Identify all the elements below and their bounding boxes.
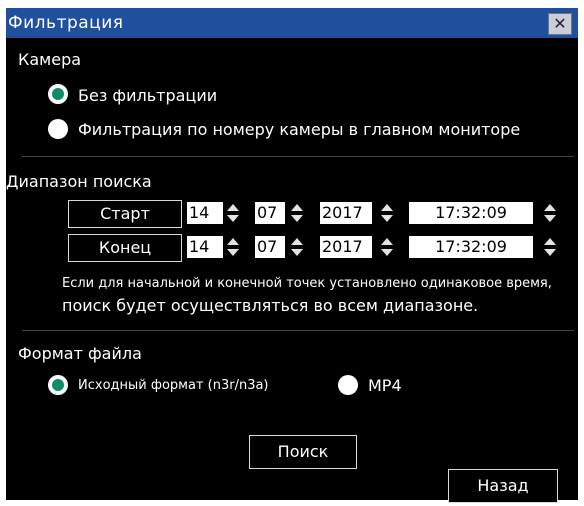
end-button[interactable]: Конец — [68, 234, 182, 262]
dialog-body: Камера Без фильтрации Фильтрация по номе… — [6, 38, 578, 503]
up-arrow-icon — [227, 204, 239, 211]
end-time-spinner[interactable] — [542, 236, 558, 258]
down-arrow-icon — [544, 215, 556, 222]
radio-no-filter-label: Без фильтрации — [78, 86, 218, 105]
start-time-field[interactable]: 17:32:09 — [409, 202, 533, 224]
search-button-label: Поиск — [277, 442, 329, 461]
end-day-field[interactable]: 14 — [187, 236, 223, 258]
down-arrow-icon — [291, 249, 303, 256]
down-arrow-icon — [544, 249, 556, 256]
up-arrow-icon — [381, 238, 393, 245]
back-button[interactable]: Назад — [448, 469, 558, 503]
end-year-field[interactable]: 2017 — [320, 236, 372, 258]
down-arrow-icon — [381, 215, 393, 222]
end-year-spinner[interactable] — [379, 236, 395, 258]
radio-mp4-label: MP4 — [368, 376, 402, 395]
radio-original-format[interactable] — [48, 375, 68, 395]
down-arrow-icon — [381, 249, 393, 256]
end-button-label: Конец — [98, 238, 152, 257]
radio-original-format-label: Исходный формат (n3r/n3a) — [78, 378, 269, 393]
up-arrow-icon — [381, 204, 393, 211]
camera-section-label: Камера — [18, 50, 82, 69]
title-bar: Фильтрация ✕ — [6, 8, 578, 38]
end-month-field[interactable]: 07 — [255, 236, 285, 258]
up-arrow-icon — [291, 204, 303, 211]
filter-dialog: Фильтрация ✕ Камера Без фильтрации Фильт… — [0, 0, 584, 506]
end-month-spinner[interactable] — [289, 236, 305, 258]
start-button[interactable]: Старт — [68, 200, 182, 228]
start-month-spinner[interactable] — [289, 202, 305, 224]
radio-camera-number-filter[interactable] — [48, 119, 68, 139]
up-arrow-icon — [544, 238, 556, 245]
radio-mp4[interactable] — [338, 375, 358, 395]
back-button-label: Назад — [477, 476, 529, 495]
radio-no-filter[interactable] — [48, 84, 68, 104]
start-day-spinner[interactable] — [225, 202, 241, 224]
radio-camera-number-filter-label: Фильтрация по номеру камеры в главном мо… — [78, 120, 521, 139]
down-arrow-icon — [227, 215, 239, 222]
start-day-field[interactable]: 14 — [187, 202, 223, 224]
close-button[interactable]: ✕ — [548, 13, 572, 35]
down-arrow-icon — [227, 249, 239, 256]
start-year-spinner[interactable] — [379, 202, 395, 224]
up-arrow-icon — [291, 238, 303, 245]
start-month-field[interactable]: 07 — [255, 202, 285, 224]
up-arrow-icon — [544, 204, 556, 211]
down-arrow-icon — [291, 215, 303, 222]
section-divider — [22, 156, 574, 157]
end-day-spinner[interactable] — [225, 236, 241, 258]
range-note-line2: поиск будет осуществляться во всем диапа… — [62, 296, 479, 315]
window-title: Фильтрация — [8, 13, 124, 33]
format-section-label: Формат файла — [18, 344, 142, 363]
range-note-line1: Если для начальной и конечной точек уста… — [62, 276, 552, 291]
start-button-label: Старт — [100, 204, 150, 223]
section-divider — [22, 330, 574, 331]
end-time-field[interactable]: 17:32:09 — [409, 236, 533, 258]
range-section-label: Диапазон поиска — [6, 172, 152, 191]
start-year-field[interactable]: 2017 — [320, 202, 372, 224]
search-button[interactable]: Поиск — [249, 435, 357, 469]
start-time-spinner[interactable] — [542, 202, 558, 224]
up-arrow-icon — [227, 238, 239, 245]
